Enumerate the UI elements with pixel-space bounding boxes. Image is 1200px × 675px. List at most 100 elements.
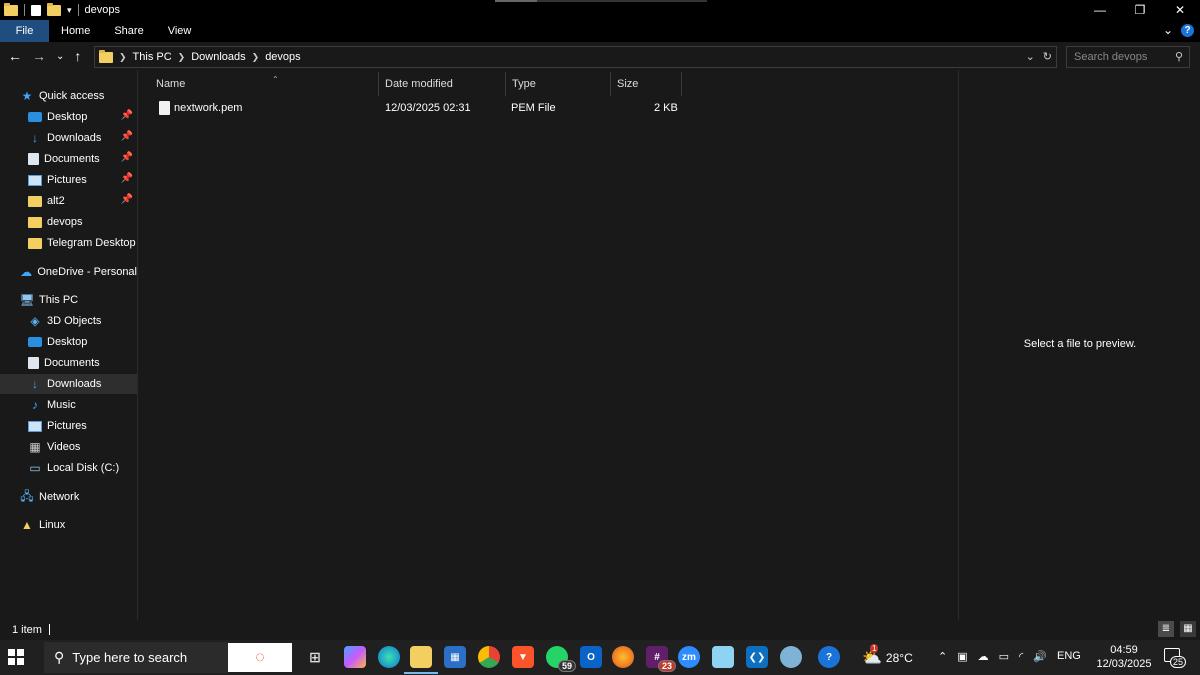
sidebar-item-pc-desktop[interactable]: Desktop bbox=[0, 332, 137, 352]
pin-icon[interactable]: 📌 bbox=[121, 173, 133, 184]
firefox-icon[interactable] bbox=[612, 646, 634, 668]
paint-icon[interactable] bbox=[780, 646, 802, 668]
column-header-name[interactable]: ⌃ Name bbox=[150, 72, 379, 96]
properties-icon[interactable] bbox=[31, 4, 41, 16]
chevron-up-icon[interactable]: ⌃ bbox=[938, 650, 947, 663]
sidebar-item-devops[interactable]: devops bbox=[0, 212, 137, 232]
clock[interactable]: 04:59 12/03/2025 bbox=[1093, 643, 1155, 671]
cloud-sync-icon[interactable]: ☁ bbox=[978, 650, 989, 663]
sidebar-item-music[interactable]: ♪ Music bbox=[0, 395, 137, 415]
chrome-icon[interactable] bbox=[478, 646, 500, 668]
volume-icon[interactable]: 🔊 bbox=[1033, 650, 1047, 663]
clock-date: 12/03/2025 bbox=[1096, 658, 1152, 670]
chevron-right-icon[interactable]: ❯ bbox=[119, 52, 127, 63]
wifi-icon[interactable]: ◜ bbox=[1019, 650, 1023, 663]
sidebar-item-linux[interactable]: ▲ Linux bbox=[0, 515, 137, 535]
back-button[interactable]: ← bbox=[8, 48, 22, 64]
sidebar-item-quick-access[interactable]: ★ Quick access bbox=[0, 86, 137, 106]
details-view-icon[interactable]: ≣ bbox=[1158, 621, 1174, 637]
edge-icon[interactable] bbox=[378, 646, 400, 668]
sidebar-item-pc-pictures[interactable]: Pictures bbox=[0, 416, 137, 436]
sidebar-item-telegram-desktop[interactable]: Telegram Desktop bbox=[0, 233, 137, 253]
outlook-icon[interactable]: O bbox=[580, 646, 602, 668]
music-icon: ♪ bbox=[32, 398, 38, 412]
breadcrumb-downloads[interactable]: Downloads bbox=[191, 51, 245, 63]
tab-file[interactable]: File bbox=[0, 20, 49, 42]
column-header-type[interactable]: Type bbox=[506, 72, 611, 96]
sidebar-item-network[interactable]: 🖧 Network bbox=[0, 487, 137, 507]
customize-toolbar-icon[interactable]: ▾ bbox=[67, 5, 72, 16]
search-placeholder: Search devops bbox=[1074, 51, 1148, 63]
close-button[interactable]: ✕ bbox=[1160, 0, 1200, 20]
sidebar-item-label: Pictures bbox=[47, 174, 87, 186]
weather-icon[interactable]: ⛅ 1 bbox=[862, 643, 882, 668]
up-button[interactable]: ↑ bbox=[74, 48, 81, 64]
sidebar-item-downloads[interactable]: ↓ Downloads 📌 bbox=[0, 128, 137, 148]
get-help-icon[interactable]: ? bbox=[818, 646, 840, 668]
pin-icon[interactable]: 📌 bbox=[121, 110, 133, 121]
meet-icon[interactable]: ▣ bbox=[957, 650, 967, 663]
tab-share[interactable]: Share bbox=[102, 20, 155, 42]
sidebar-item-pc-documents[interactable]: Documents bbox=[0, 353, 137, 373]
sidebar-item-this-pc[interactable]: 🖥 This PC bbox=[0, 290, 137, 310]
weather-temperature[interactable]: 28°C bbox=[886, 651, 913, 665]
tab-home[interactable]: Home bbox=[49, 20, 102, 42]
chevron-right-icon[interactable]: ❯ bbox=[252, 52, 260, 63]
search-icon[interactable]: ⚲ bbox=[1175, 47, 1183, 67]
minimize-button[interactable]: — bbox=[1080, 0, 1120, 20]
column-header-date-modified[interactable]: Date modified bbox=[379, 72, 506, 96]
breadcrumb-devops[interactable]: devops bbox=[265, 51, 300, 63]
zoom-icon[interactable]: zm bbox=[678, 646, 700, 668]
copilot-icon[interactable] bbox=[344, 646, 366, 668]
sidebar-item-pc-downloads[interactable]: ↓ Downloads bbox=[0, 374, 137, 394]
brave-icon[interactable]: ▼ bbox=[512, 646, 534, 668]
pin-icon[interactable]: 📌 bbox=[121, 131, 133, 142]
pin-icon[interactable]: 📌 bbox=[121, 194, 133, 205]
help-icon[interactable]: ? bbox=[1181, 23, 1194, 37]
chevron-right-icon[interactable]: ❯ bbox=[178, 52, 186, 63]
restore-button[interactable]: ❐ bbox=[1120, 0, 1160, 20]
documents-icon bbox=[28, 153, 39, 165]
new-folder-icon[interactable] bbox=[47, 2, 61, 16]
refresh-icon[interactable]: ↻ bbox=[1043, 50, 1052, 63]
sidebar-item-local-disk[interactable]: ▭ Local Disk (C:) bbox=[0, 458, 137, 478]
slack-icon[interactable]: # 23 bbox=[646, 646, 676, 672]
microsoft-store-icon[interactable]: ▦ bbox=[444, 646, 466, 668]
folder-icon bbox=[28, 216, 42, 228]
address-dropdown-icon[interactable]: ⌄ bbox=[1026, 50, 1035, 63]
taskbar-search-input[interactable]: ⚲ Type here to search bbox=[44, 642, 228, 673]
desktop-icon bbox=[28, 112, 42, 122]
quick-access-toolbar: ▾ bbox=[0, 2, 79, 16]
column-header-size[interactable]: Size bbox=[611, 72, 682, 96]
address-bar[interactable]: ❯ This PC ❯ Downloads ❯ devops ⌄ ↻ bbox=[94, 46, 1057, 68]
search-input[interactable]: Search devops ⚲ bbox=[1066, 46, 1190, 68]
vscode-icon[interactable]: ❮❯ bbox=[746, 646, 768, 668]
sidebar-item-onedrive[interactable]: ☁ OneDrive - Personal bbox=[0, 262, 137, 282]
task-view-icon[interactable]: ⊞ bbox=[304, 646, 326, 668]
pictures-icon bbox=[28, 174, 42, 186]
expand-ribbon-icon[interactable]: ⌄ bbox=[1163, 23, 1173, 37]
breadcrumb-this-pc[interactable]: This PC bbox=[133, 51, 172, 63]
forward-button[interactable]: → bbox=[32, 48, 46, 64]
language-indicator[interactable]: ENG bbox=[1057, 650, 1081, 663]
windows-start-icon[interactable] bbox=[8, 649, 24, 665]
notepad-icon[interactable] bbox=[712, 646, 734, 668]
file-explorer-icon[interactable] bbox=[404, 646, 438, 674]
pin-icon[interactable]: 📌 bbox=[121, 152, 133, 163]
column-header-label: Date modified bbox=[385, 78, 453, 90]
battery-icon[interactable]: ▭ bbox=[999, 650, 1009, 663]
file-name[interactable]: nextwork.pem bbox=[174, 102, 242, 114]
sidebar-item-alt2[interactable]: alt2 📌 bbox=[0, 191, 137, 211]
sidebar-item-desktop[interactable]: Desktop 📌 bbox=[0, 107, 137, 127]
sidebar-item-3d-objects[interactable]: ◈ 3D Objects bbox=[0, 311, 137, 331]
whatsapp-icon[interactable]: 59 bbox=[546, 646, 576, 672]
sidebar-item-videos[interactable]: ▦ Videos bbox=[0, 437, 137, 457]
table-row[interactable]: nextwork.pem 12/03/2025 02:31 PEM File 2… bbox=[152, 98, 682, 118]
large-icons-view-icon[interactable]: ▦ bbox=[1180, 621, 1196, 637]
tab-view[interactable]: View bbox=[156, 20, 204, 42]
search-highlight-icon[interactable]: ◌ bbox=[228, 643, 292, 672]
sidebar-item-documents[interactable]: Documents 📌 bbox=[0, 149, 137, 169]
sidebar-item-pictures[interactable]: Pictures 📌 bbox=[0, 170, 137, 190]
recent-locations-button[interactable]: ⌄ bbox=[56, 51, 64, 62]
3d-objects-icon: ◈ bbox=[30, 314, 40, 328]
